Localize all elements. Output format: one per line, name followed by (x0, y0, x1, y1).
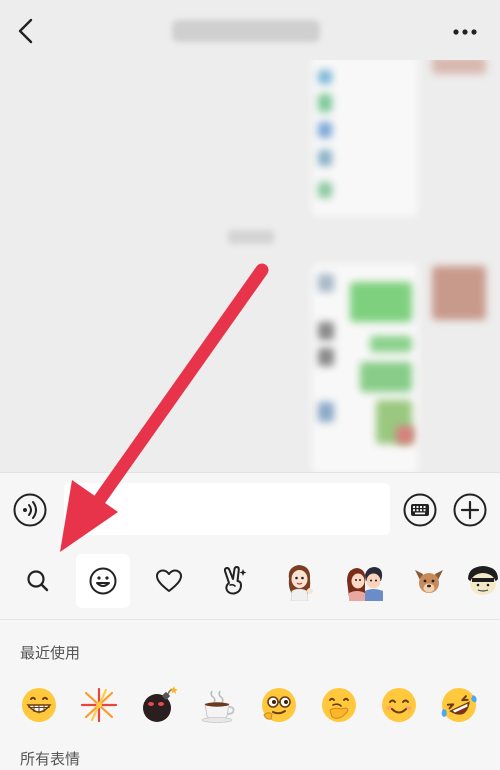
input-bar (0, 472, 500, 544)
sticker-dog-icon (415, 570, 443, 593)
sticker-couple-icon (347, 567, 383, 601)
message-content (318, 70, 332, 84)
message-content (318, 182, 332, 198)
sticker-girl-icon (288, 565, 313, 601)
tab-favorites[interactable] (142, 554, 196, 608)
victory-hand-icon (223, 565, 247, 595)
tab-search[interactable] (11, 554, 65, 608)
emoji-fireworks[interactable] (74, 680, 124, 730)
message-input[interactable] (64, 483, 390, 535)
chat-title (172, 20, 320, 42)
voice-icon[interactable] (13, 493, 47, 527)
chat-header (0, 0, 500, 60)
message-content (318, 402, 334, 422)
recent-section-label: 最近使用 (20, 644, 81, 662)
search-icon (27, 570, 49, 592)
all-section-label: 所有表情 (20, 750, 81, 768)
message-content (318, 348, 334, 366)
message-content (350, 282, 412, 322)
emoji-hand-over-mouth[interactable] (314, 680, 364, 730)
message-content (370, 336, 412, 352)
chat-history (0, 60, 500, 472)
avatar (432, 266, 486, 320)
sticker-man-icon (468, 566, 498, 595)
tab-sticker-girl[interactable] (273, 554, 327, 608)
emoji-tab-bar (0, 544, 500, 620)
emoji-rolling-laughing[interactable] (434, 680, 484, 730)
emoji-bomb[interactable] (134, 680, 184, 730)
message-content (396, 426, 414, 444)
message-content (318, 150, 332, 166)
chevron-left-icon[interactable] (14, 16, 38, 46)
emoji-smiling-face[interactable] (374, 680, 424, 730)
plus-icon[interactable] (453, 493, 487, 527)
message-content (318, 322, 334, 340)
smiley-icon (89, 567, 117, 595)
tab-sticker-couple[interactable] (338, 554, 392, 608)
ellipsis-icon[interactable] (452, 28, 478, 36)
tab-gestures[interactable] (207, 554, 261, 608)
timestamp (228, 230, 274, 244)
tab-emoji[interactable] (76, 554, 130, 608)
tab-sticker-man[interactable] (466, 554, 500, 608)
recent-emoji-row (0, 680, 500, 730)
avatar (432, 60, 486, 74)
keyboard-icon[interactable] (403, 493, 437, 527)
emoji-nerd-face[interactable] (254, 680, 304, 730)
heart-icon (156, 569, 182, 592)
message-content (360, 362, 412, 392)
emoji-panel: 最近使用 所有表情 (0, 620, 500, 770)
message-content (318, 274, 334, 292)
message-content (318, 94, 332, 112)
emoji-grinning-face[interactable] (14, 680, 64, 730)
emoji-coffee[interactable] (194, 680, 244, 730)
message-content (318, 122, 332, 138)
tab-sticker-dog[interactable] (402, 554, 456, 608)
